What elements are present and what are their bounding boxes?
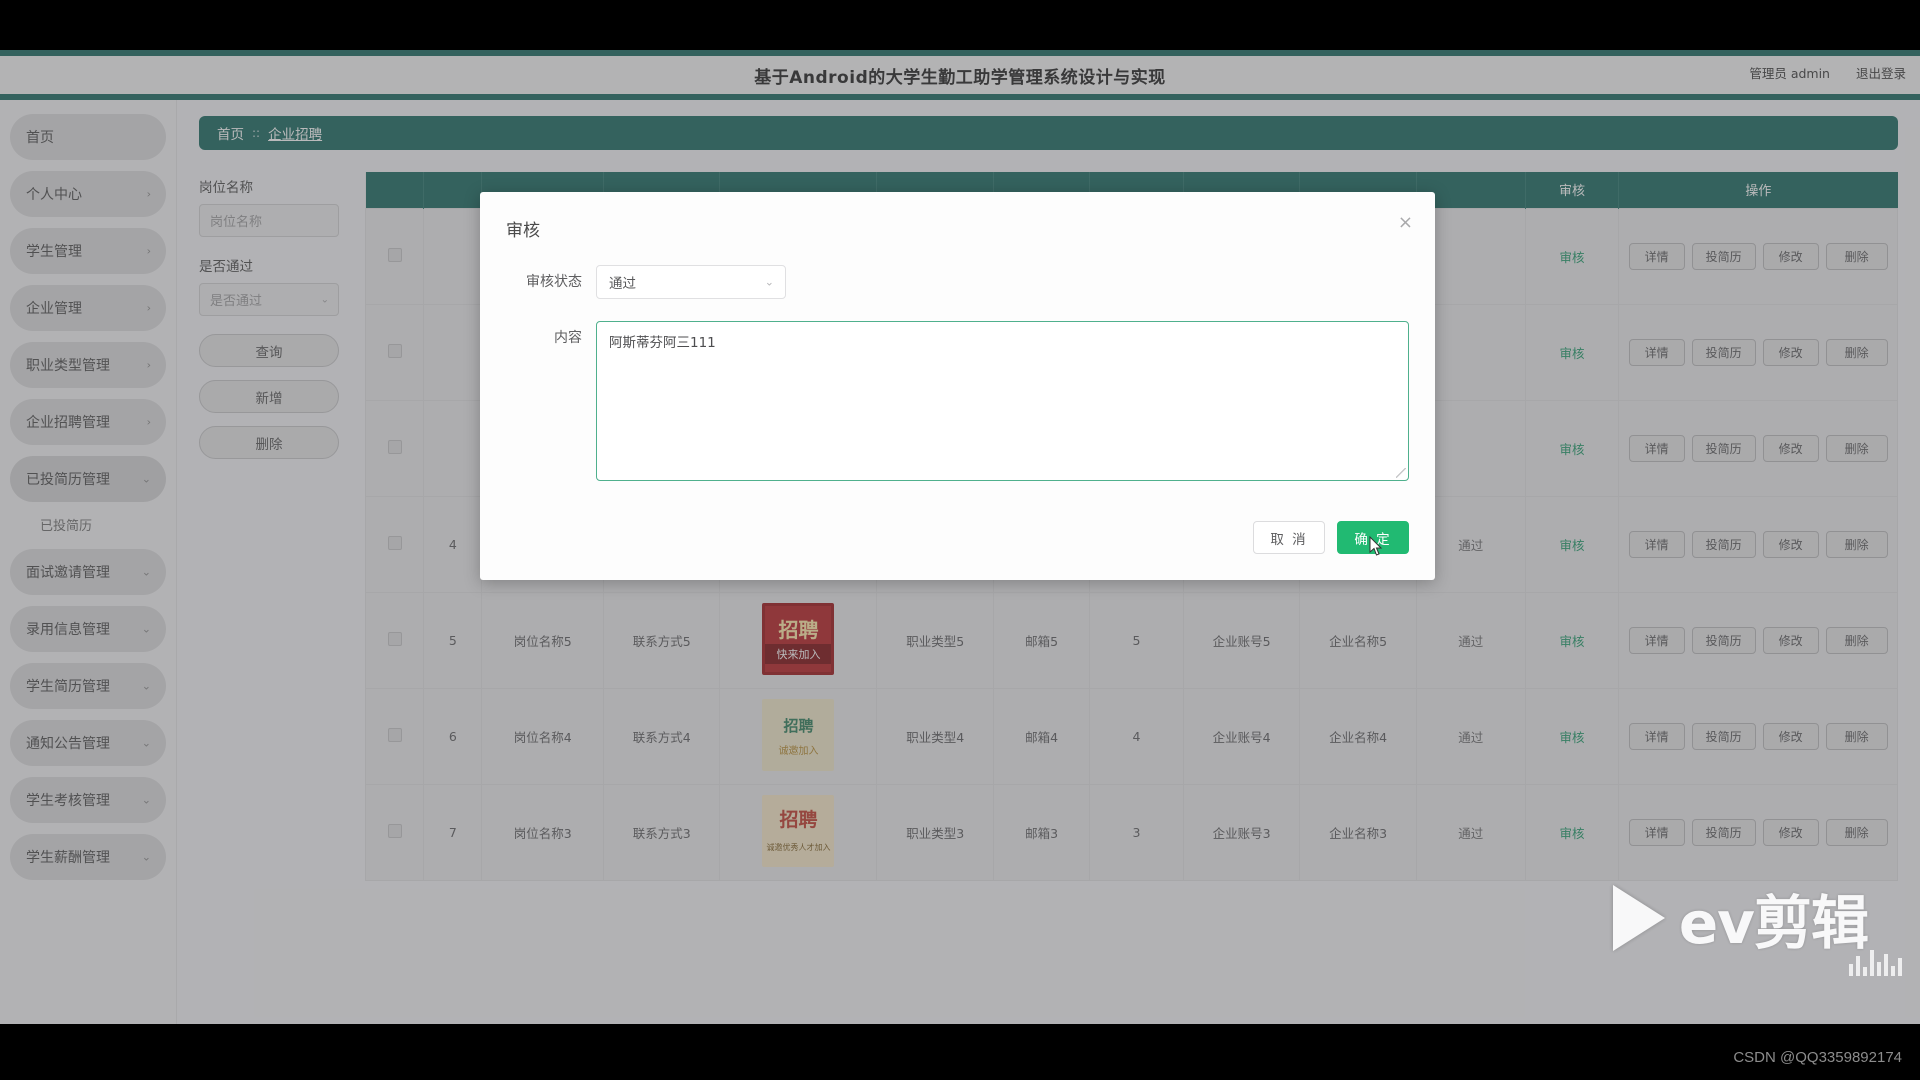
csdn-watermark: CSDN @QQ3359892174 xyxy=(1733,1049,1902,1066)
review-modal: 审核 × 审核状态 通过 ⌄ 内容 阿斯蒂芬阿三111 取 消 确 定 xyxy=(480,192,1435,580)
review-content-label: 内容 xyxy=(506,321,596,355)
app-root: 基于Android的大学生勤工助学管理系统设计与实现 管理员 admin 退出登… xyxy=(0,0,1920,1080)
form-row-content: 内容 阿斯蒂芬阿三111 xyxy=(506,321,1409,481)
ev-watermark: ev剪辑 xyxy=(1613,876,1868,960)
modal-body: 审核状态 通过 ⌄ 内容 阿斯蒂芬阿三111 xyxy=(480,245,1435,513)
review-content-value: 阿斯蒂芬阿三111 xyxy=(609,335,716,351)
modal-footer: 取 消 确 定 xyxy=(480,513,1435,580)
confirm-button-label: 确 定 xyxy=(1354,528,1391,548)
modal-header: 审核 × xyxy=(480,192,1435,245)
review-status-value: 通过 xyxy=(609,272,636,292)
ev-watermark-text: ev剪辑 xyxy=(1679,876,1868,960)
letterbox-top xyxy=(0,0,1920,50)
close-icon[interactable]: × xyxy=(1398,214,1413,232)
cancel-button[interactable]: 取 消 xyxy=(1253,521,1325,554)
waveform-icon xyxy=(1849,936,1902,976)
modal-title: 审核 xyxy=(506,216,1409,241)
confirm-button[interactable]: 确 定 xyxy=(1337,521,1409,554)
play-triangle-icon xyxy=(1613,885,1665,951)
review-status-select[interactable]: 通过 ⌄ xyxy=(596,265,786,299)
review-status-label: 审核状态 xyxy=(506,265,596,299)
letterbox-bottom xyxy=(0,1024,1920,1080)
form-row-status: 审核状态 通过 ⌄ xyxy=(506,265,1409,299)
chevron-down-icon: ⌄ xyxy=(765,276,774,289)
review-content-textarea[interactable]: 阿斯蒂芬阿三111 xyxy=(596,321,1409,481)
